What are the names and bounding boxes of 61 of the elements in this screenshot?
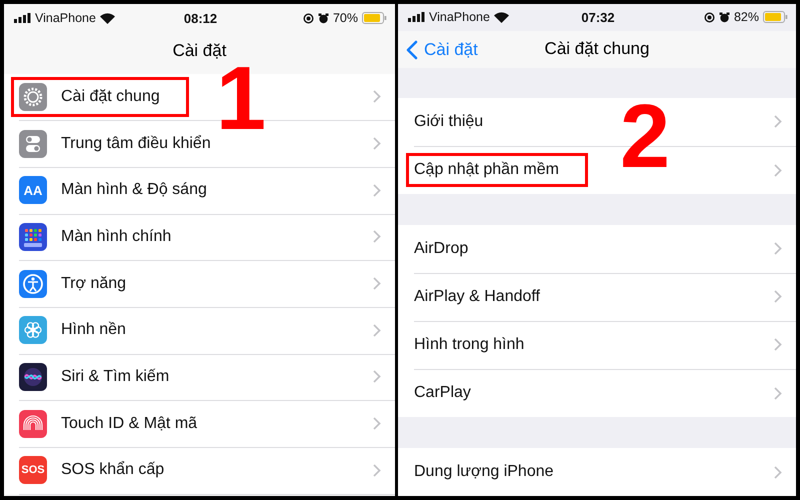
- step-number: 2: [620, 92, 670, 182]
- settings-item[interactable]: Touch ID & Mật mã: [61, 414, 198, 433]
- back-chevron-icon: [406, 40, 418, 60]
- settings-item[interactable]: Trung tâm điều khiển: [61, 134, 211, 153]
- gear-icon: [19, 82, 47, 111]
- alarm-icon: [718, 12, 730, 23]
- signal-icon: [408, 12, 425, 22]
- battery-percent: 70%: [332, 11, 358, 25]
- rotation-lock-icon: [704, 12, 715, 23]
- chevron-icon: [774, 115, 782, 128]
- sos-icon: SOS: [19, 456, 47, 484]
- settings-item[interactable]: Siri & Tìm kiếm: [61, 368, 170, 386]
- settings-item[interactable]: SOS khẩn cấp: [61, 461, 164, 480]
- chevron-icon: [774, 338, 782, 352]
- battery-icon: [763, 11, 788, 24]
- chevron-icon: [373, 370, 381, 384]
- settings-item[interactable]: CarPlay: [414, 384, 471, 402]
- app-grid-icon: [19, 222, 47, 251]
- chevron-icon: [774, 164, 782, 177]
- carrier-name: VinaPhone: [429, 10, 490, 24]
- chevron-icon: [774, 290, 782, 304]
- settings-item[interactable]: Cài đặt chung: [61, 88, 160, 106]
- chevron-icon: [373, 230, 381, 244]
- carrier-name: VinaPhone: [35, 11, 96, 25]
- accessibility-icon: [19, 270, 47, 298]
- text-size-icon: AA: [19, 176, 47, 204]
- clock-time: 08:12: [184, 10, 218, 26]
- settings-item[interactable]: Màn hình chính: [61, 228, 172, 246]
- rotation-lock-icon: [302, 12, 314, 24]
- settings-item[interactable]: Cập nhật phần mềm: [414, 161, 559, 180]
- battery-percent: 82%: [734, 10, 759, 24]
- signal-icon: [14, 13, 31, 23]
- flower-icon: [19, 316, 47, 344]
- settings-item[interactable]: Trợ năng: [61, 274, 126, 293]
- settings-item[interactable]: Hình trong hình: [414, 336, 524, 354]
- chevron-icon: [774, 386, 782, 400]
- fingerprint-icon: [19, 410, 47, 438]
- chevron-icon: [373, 277, 381, 290]
- settings-item[interactable]: AirDrop: [414, 240, 468, 258]
- settings-item[interactable]: Dung lượng iPhone: [414, 463, 554, 481]
- chevron-icon: [373, 324, 381, 337]
- settings-item[interactable]: Hình nền: [61, 321, 126, 340]
- settings-item[interactable]: Màn hình & Độ sáng: [61, 181, 207, 200]
- chevron-icon: [373, 417, 381, 430]
- alarm-icon: [318, 12, 329, 24]
- chevron-icon: [774, 466, 782, 478]
- settings-item[interactable]: AirPlay & Handoff: [414, 288, 540, 306]
- back-button[interactable]: Cài đặt: [406, 30, 478, 69]
- chevron-icon: [373, 90, 381, 104]
- battery-icon: [362, 12, 387, 24]
- wifi-icon: [494, 12, 509, 23]
- screen-title: Cài đặt chung: [544, 39, 650, 60]
- chevron-icon: [774, 242, 782, 256]
- chevron-icon: [373, 137, 381, 150]
- settings-item[interactable]: Giới thiệu: [414, 112, 484, 131]
- chevron-icon: [373, 464, 381, 477]
- chevron-icon: [373, 184, 381, 197]
- clock-time: 07:32: [581, 10, 615, 25]
- toggle-icon: [19, 130, 47, 158]
- siri-icon: [19, 362, 47, 391]
- wifi-icon: [100, 12, 115, 24]
